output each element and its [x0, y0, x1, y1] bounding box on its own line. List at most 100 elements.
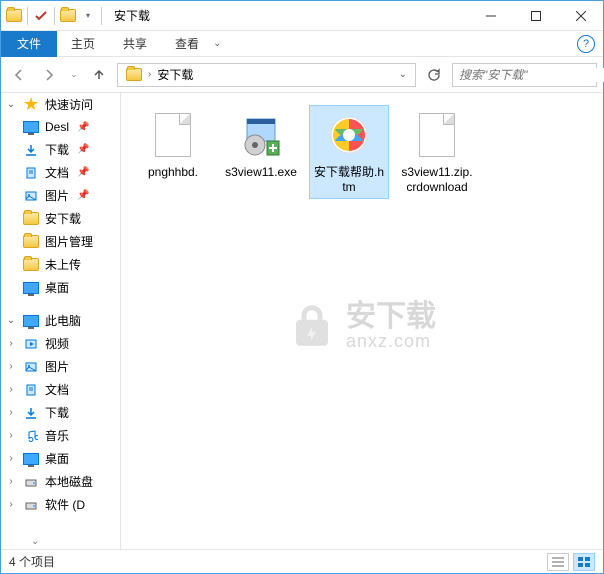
folder-icon	[23, 257, 39, 273]
maximize-button[interactable]	[513, 1, 558, 30]
window-title: 安下载	[114, 7, 150, 24]
file-pane[interactable]: pnghhbd. s3view11.exe 安下载帮助.htm s3view11…	[121, 93, 603, 549]
desktop-icon	[23, 119, 39, 135]
sidebar-item[interactable]: › 本地磁盘	[1, 470, 120, 493]
tab-share[interactable]: 共享	[109, 31, 161, 57]
file-item[interactable]: pnghhbd.	[133, 105, 213, 199]
sidebar-item[interactable]: › 下载	[1, 401, 120, 424]
tab-file[interactable]: 文件	[1, 31, 57, 57]
folder-icon[interactable]	[59, 7, 77, 25]
icons-view-button[interactable]	[573, 553, 595, 571]
search-input[interactable]	[459, 68, 604, 82]
separator	[27, 7, 28, 25]
sidebar-item[interactable]: 未上传	[1, 253, 120, 276]
lock-icon	[288, 302, 336, 350]
minimize-button[interactable]	[468, 1, 513, 30]
sidebar-item[interactable]: 安下载	[1, 207, 120, 230]
sidebar-item-label: 文档	[45, 164, 69, 181]
sidebar-this-pc[interactable]: ⌄ 此电脑	[1, 309, 120, 332]
search-box[interactable]	[452, 63, 597, 87]
chevron-right-icon[interactable]: ›	[5, 453, 17, 464]
sidebar-item[interactable]: Desl📌	[1, 116, 120, 138]
address-input[interactable]: › 安下载 ⌄	[117, 63, 416, 87]
music-icon	[23, 428, 39, 444]
chevron-right-icon[interactable]: ›	[5, 476, 17, 487]
sidebar-item[interactable]: › 视频	[1, 332, 120, 355]
star-icon: ★	[23, 97, 39, 113]
file-item[interactable]: s3view11.exe	[221, 105, 301, 199]
disk-icon	[23, 474, 39, 490]
recent-dropdown-icon[interactable]: ⌄	[67, 63, 81, 87]
sidebar-item-label: 桌面	[45, 279, 69, 296]
tab-home[interactable]: 主页	[57, 31, 109, 57]
close-button[interactable]	[558, 1, 603, 30]
chevron-down-icon[interactable]: ⌄	[5, 315, 17, 326]
ribbon-tabs: 文件 主页 共享 查看 ⌄ ?	[1, 31, 603, 57]
folder-icon	[23, 234, 39, 250]
sidebar-item-label: 下载	[45, 141, 69, 158]
chevron-right-icon[interactable]: ›	[5, 361, 17, 372]
desktop-icon	[23, 280, 39, 296]
sidebar-item[interactable]: › 软件 (D	[1, 493, 120, 516]
sidebar-item[interactable]: › 图片	[1, 355, 120, 378]
chevron-right-icon[interactable]: ›	[5, 407, 17, 418]
dropdown-icon[interactable]: ▾	[79, 7, 97, 25]
chevron-right-icon[interactable]: ›	[5, 430, 17, 441]
watermark-line2: anxz.com	[346, 332, 436, 350]
check-icon[interactable]	[32, 7, 50, 25]
pin-icon: 📌	[77, 144, 89, 155]
sidebar-item-label: 安下载	[45, 210, 81, 227]
sidebar-item[interactable]: › 桌面	[1, 447, 120, 470]
breadcrumb-root[interactable]	[122, 66, 146, 83]
pin-icon: 📌	[77, 167, 89, 178]
separator	[101, 7, 102, 25]
address-dropdown-icon[interactable]: ⌄	[395, 69, 411, 80]
chevron-right-icon[interactable]: ›	[5, 499, 17, 510]
chevron-right-icon[interactable]: ›	[5, 384, 17, 395]
pictures-icon	[23, 359, 39, 375]
sidebar-item[interactable]: 桌面	[1, 276, 120, 299]
sidebar-item-label: 音乐	[45, 427, 69, 444]
pin-icon: 📌	[77, 190, 89, 201]
file-item[interactable]: 安下载帮助.htm	[309, 105, 389, 199]
sidebar-item[interactable]: 图片管理	[1, 230, 120, 253]
sidebar-label: 此电脑	[45, 312, 81, 329]
sidebar-item-label: 文档	[45, 381, 69, 398]
sidebar-item[interactable]: 图片📌	[1, 184, 120, 207]
file-icon	[325, 109, 373, 161]
refresh-button[interactable]	[422, 63, 446, 87]
item-count: 4 个项目	[9, 553, 55, 570]
tab-view[interactable]: 查看	[161, 31, 213, 57]
sidebar-item[interactable]: › 文档	[1, 378, 120, 401]
pictures-icon	[23, 188, 39, 204]
sidebar-item[interactable]: 文档 📌	[1, 161, 120, 184]
breadcrumb-folder[interactable]: 安下载	[153, 64, 197, 85]
forward-button[interactable]	[37, 63, 61, 87]
window-controls	[468, 1, 603, 30]
sidebar-item-label: 图片管理	[45, 233, 93, 250]
sidebar-item[interactable]: 下载 📌	[1, 138, 120, 161]
chevron-down-icon[interactable]: ⌄	[31, 536, 39, 547]
details-view-button[interactable]	[547, 553, 569, 571]
separator	[54, 7, 55, 25]
file-item[interactable]: s3view11.zip.crdownload	[397, 105, 477, 199]
help-icon[interactable]: ?	[577, 35, 595, 53]
up-button[interactable]	[87, 63, 111, 87]
chevron-right-icon[interactable]: ›	[146, 69, 153, 80]
sidebar-item-label: 视频	[45, 335, 69, 352]
ribbon-toggle-icon[interactable]: ⌄	[213, 38, 221, 49]
downloads-icon	[23, 405, 39, 421]
back-button[interactable]	[7, 63, 31, 87]
sidebar-item-label: 桌面	[45, 450, 69, 467]
pin-icon: 📌	[77, 122, 89, 133]
sidebar-item[interactable]: › 音乐	[1, 424, 120, 447]
navigation-pane: ⌄ ★ 快速访问 Desl📌 下载📌 文档📌 图片📌	[1, 93, 121, 549]
sidebar-item-label: 图片	[45, 358, 69, 375]
file-label: pnghhbd.	[148, 165, 198, 180]
file-icon	[237, 109, 285, 161]
chevron-down-icon[interactable]: ⌄	[5, 99, 17, 110]
folder-icon[interactable]	[5, 7, 23, 25]
chevron-right-icon[interactable]: ›	[5, 338, 17, 349]
sidebar-quick-access[interactable]: ⌄ ★ 快速访问	[1, 93, 120, 116]
folder-icon	[23, 211, 39, 227]
